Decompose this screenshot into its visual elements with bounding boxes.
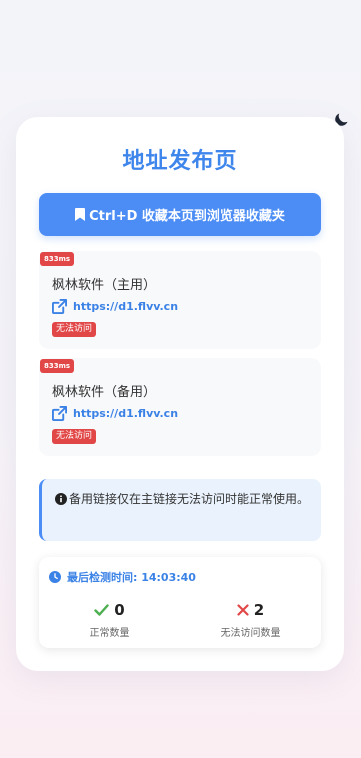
bookmark-button-label: Ctrl+D 收藏本页到浏览器收藏夹 <box>89 209 285 224</box>
link-url[interactable]: https://d1.flvv.cn <box>73 407 178 420</box>
ok-label: 正常数量 <box>89 628 130 639</box>
info-circle-icon <box>55 492 67 511</box>
check-icon <box>94 604 109 616</box>
page-title: 地址发布页 <box>122 149 238 174</box>
link-url-row[interactable]: https://d1.flvv.cn <box>52 299 178 314</box>
latency-badge: 833ms <box>40 359 75 373</box>
external-link-icon <box>52 406 67 421</box>
last-check-label: 最后检测时间: 14:03:40 <box>67 571 196 584</box>
notice-text: 备用链接仅在主链接无法访问时能正常使用。 <box>69 492 310 506</box>
cross-icon <box>237 604 249 616</box>
fail-count: 2 <box>253 601 265 619</box>
link-url-row[interactable]: https://d1.flvv.cn <box>52 406 178 421</box>
last-check: 最后检测时间: 14:03:40 <box>49 569 196 585</box>
link-card-primary: 833ms 枫林软件（主用） https://d1.flvv.cn 无法访问 <box>39 251 321 349</box>
external-link-icon <box>52 299 67 314</box>
link-name: 枫林软件（备用） <box>52 385 157 400</box>
ok-stat: 0 正常数量 <box>39 601 180 639</box>
main-card: 地址发布页 Ctrl+D 收藏本页到浏览器收藏夹 833ms 枫林软件（主用） … <box>16 117 344 671</box>
clock-icon <box>49 571 61 583</box>
bookmark-button[interactable]: Ctrl+D 收藏本页到浏览器收藏夹 <box>39 193 321 236</box>
fail-stat: 2 无法访问数量 <box>180 601 321 639</box>
fail-label: 无法访问数量 <box>220 628 281 639</box>
link-name: 枫林软件（主用） <box>52 278 157 293</box>
link-card-backup: 833ms 枫林软件（备用） https://d1.flvv.cn 无法访问 <box>39 358 321 456</box>
latency-badge: 833ms <box>40 252 75 266</box>
link-url[interactable]: https://d1.flvv.cn <box>73 300 178 313</box>
bookmark-icon <box>75 208 86 221</box>
status-badge: 无法访问 <box>52 322 97 337</box>
stats-panel: 最后检测时间: 14:03:40 0 正常数量 2 无法访问数量 <box>39 557 321 648</box>
notice-box: 备用链接仅在主链接无法访问时能正常使用。 <box>39 479 321 541</box>
status-badge: 无法访问 <box>52 429 97 444</box>
ok-count: 0 <box>114 601 125 619</box>
